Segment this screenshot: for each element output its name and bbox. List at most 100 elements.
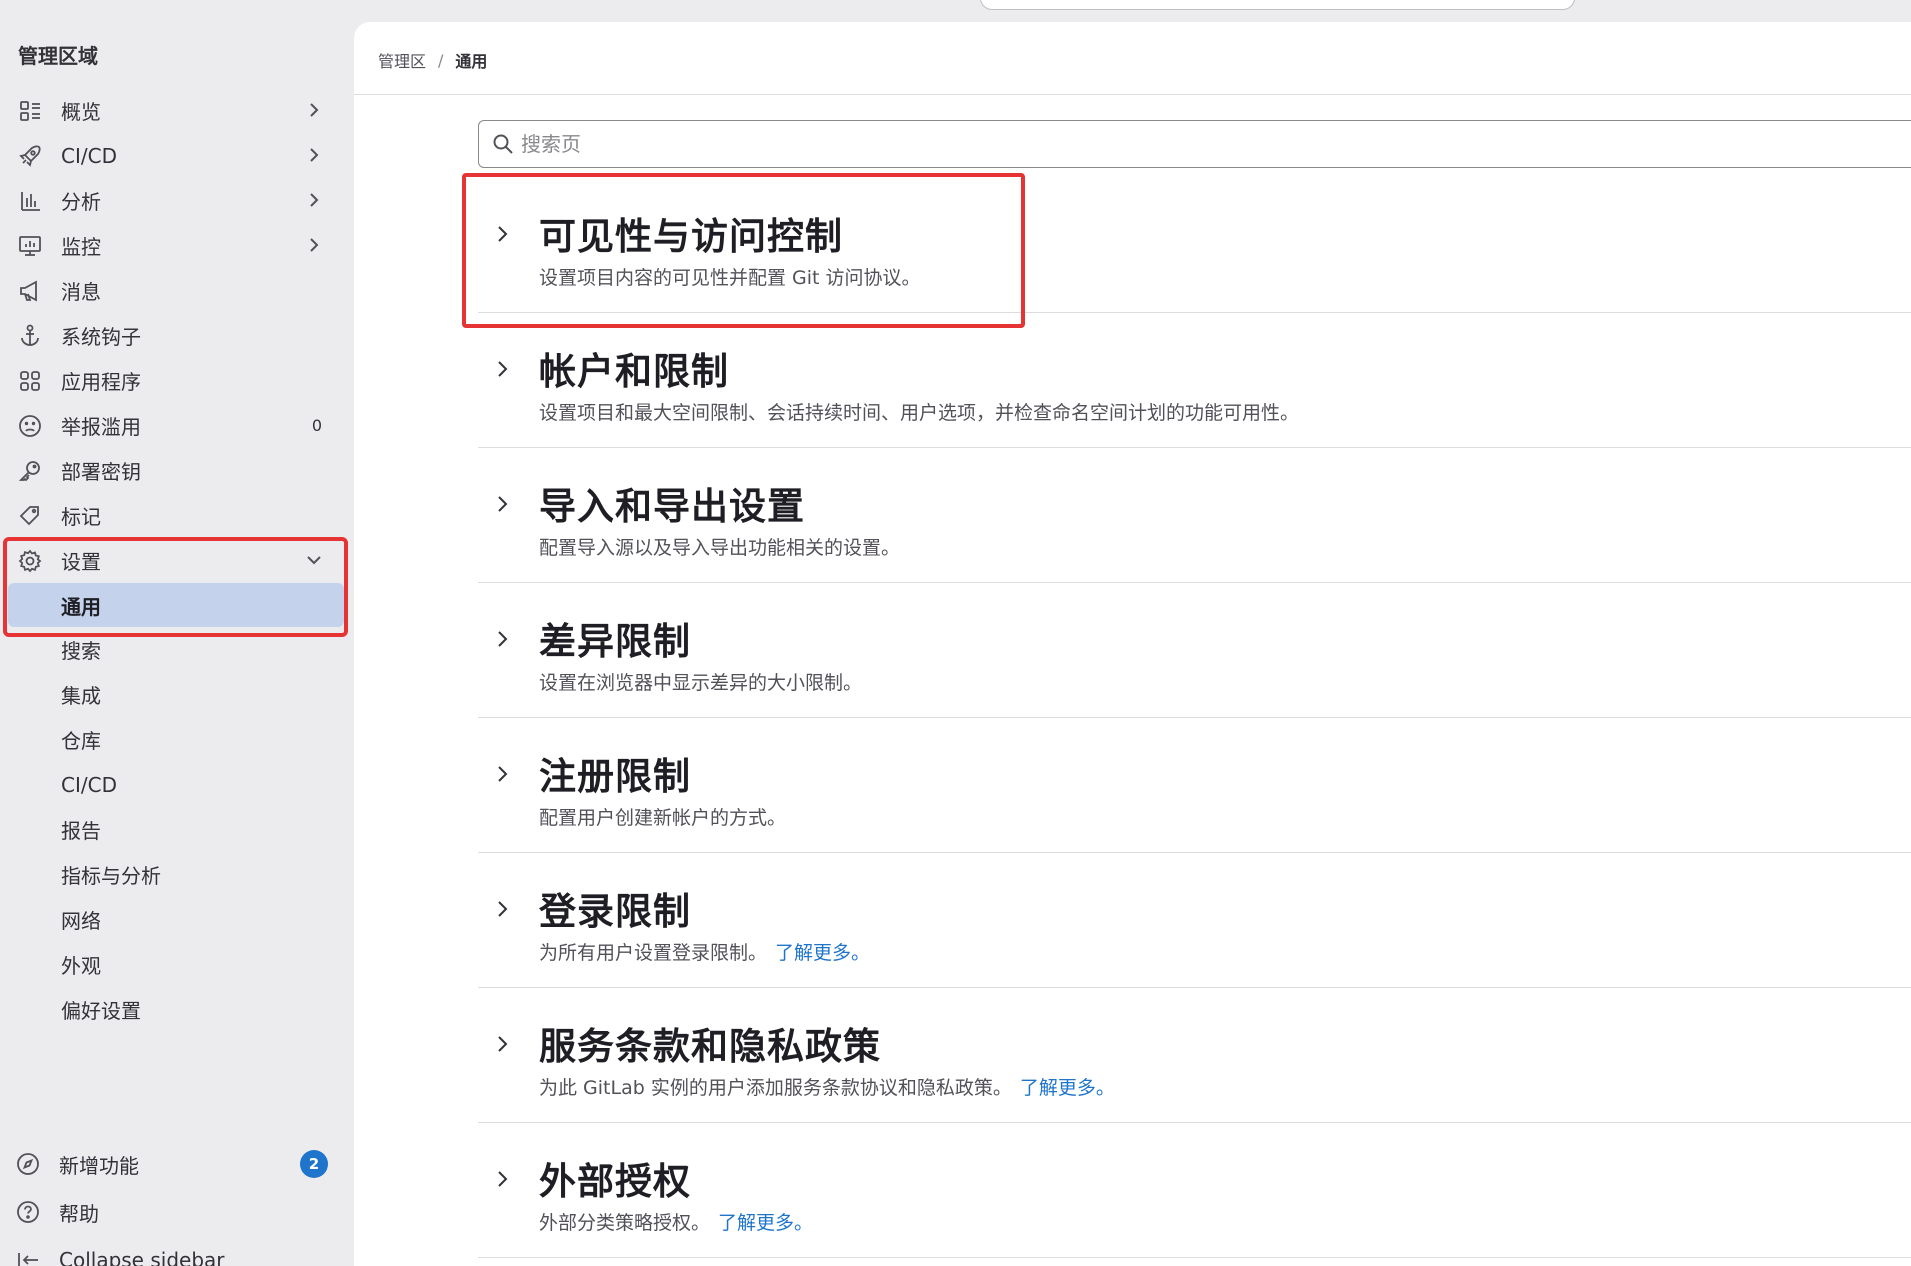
learn-more-link[interactable]: 了解更多。 — [1020, 1077, 1115, 1099]
whats-new-count-badge: 2 — [300, 1150, 328, 1178]
chevron-right-icon[interactable] — [490, 627, 514, 651]
section-description: 设置项目和最大空间限制、会话持续时间、用户选项，并检查命名空间计划的功能可用性。 — [539, 398, 1299, 425]
sidebar-item-label: 举报滥用 — [61, 415, 141, 439]
learn-more-link[interactable]: 了解更多。 — [775, 942, 870, 964]
learn-more-link[interactable]: 了解更多。 — [718, 1212, 813, 1234]
chevron-right-icon[interactable] — [490, 1032, 514, 1056]
global-search-input[interactable] — [980, 0, 1575, 10]
sidebar-item-label: 系统钩子 — [61, 325, 141, 349]
section-description-text: 配置用户创建新帐户的方式。 — [539, 807, 787, 829]
overview-icon — [18, 99, 42, 123]
chevron-right-icon — [304, 100, 324, 120]
section-title: 导入和导出设置 — [539, 485, 805, 528]
chevron-right-icon — [304, 145, 324, 165]
sidebar-subitem-reporting[interactable]: 报告 — [0, 807, 354, 852]
sidebar-item-label: 设置 — [61, 550, 101, 574]
chevron-right-icon — [304, 190, 324, 210]
sidebar-item-abuse-reports[interactable]: 举报滥用 0 — [0, 403, 354, 448]
frown-face-icon — [18, 414, 42, 438]
collapse-sidebar-button[interactable]: Collapse sidebar — [0, 1236, 354, 1266]
sidebar-item-label: 应用程序 — [61, 370, 141, 394]
divider — [354, 94, 1911, 95]
chevron-right-icon[interactable] — [490, 897, 514, 921]
chevron-right-icon[interactable] — [490, 1167, 514, 1191]
section-diff-limits[interactable]: 差异限制 设置在浏览器中显示差异的大小限制。 — [478, 583, 1911, 718]
sidebar-subitem-search[interactable]: 搜索 — [0, 627, 354, 672]
collapse-sidebar-label: Collapse sidebar — [59, 1248, 225, 1266]
abuse-reports-count: 0 — [311, 416, 322, 435]
sidebar-title: 管理区域 — [18, 44, 98, 68]
chevron-right-icon[interactable] — [490, 492, 514, 516]
section-description: 配置导入源以及导入导出功能相关的设置。 — [539, 533, 900, 560]
search-input[interactable] — [521, 132, 1911, 156]
sidebar-item-label: 消息 — [61, 280, 101, 304]
section-signup-restrictions[interactable]: 注册限制 配置用户创建新帐户的方式。 — [478, 718, 1911, 853]
sidebar-subitem-integrations[interactable]: 集成 — [0, 672, 354, 717]
section-description: 配置用户创建新帐户的方式。 — [539, 803, 786, 830]
megaphone-icon — [18, 279, 42, 303]
sidebar-item-monitoring[interactable]: 监控 — [0, 223, 354, 268]
section-description-text: 设置项目内容的可见性并配置 Git 访问协议。 — [539, 267, 921, 289]
search-box — [478, 120, 1911, 168]
chevron-down-icon — [304, 550, 324, 570]
sidebar-subitem-cicd[interactable]: CI/CD — [0, 762, 354, 807]
sidebar-subitem-metrics[interactable]: 指标与分析 — [0, 852, 354, 897]
sidebar-item-label: 概览 — [61, 100, 101, 124]
anchor-icon — [18, 324, 42, 348]
breadcrumb-parent[interactable]: 管理区 — [378, 48, 426, 72]
sidebar-nav: 概览 CI/CD 分析 监控 消息 系统钩子 应用程序 举报滥用 0 部署密钥 … — [0, 88, 354, 1032]
sidebar-item-cicd[interactable]: CI/CD — [0, 133, 354, 178]
whats-new-button[interactable]: 新增功能 2 — [0, 1140, 354, 1188]
section-signin-restrictions[interactable]: 登录限制 为所有用户设置登录限制。 了解更多。 — [478, 853, 1911, 988]
chevron-right-icon[interactable] — [490, 222, 514, 246]
chevron-right-icon[interactable] — [490, 762, 514, 786]
help-button[interactable]: 帮助 — [0, 1188, 354, 1236]
section-visibility-access[interactable]: 可见性与访问控制 设置项目内容的可见性并配置 Git 访问协议。 — [478, 178, 1911, 313]
main-panel: 管理区 / 通用 可见性与访问控制 设置项目内容的可见性并配置 Git 访问协议… — [354, 22, 1911, 1266]
sidebar-item-applications[interactable]: 应用程序 — [0, 358, 354, 403]
key-icon — [18, 459, 42, 483]
question-icon — [15, 1199, 41, 1225]
sidebar-item-overview[interactable]: 概览 — [0, 88, 354, 133]
sidebar: 管理区域 概览 CI/CD 分析 监控 消息 系统钩子 应用程序 举报滥用 0 … — [0, 0, 354, 1266]
chevron-right-icon — [304, 235, 324, 255]
section-account-limits[interactable]: 帐户和限制 设置项目和最大空间限制、会话持续时间、用户选项，并检查命名空间计划的… — [478, 313, 1911, 448]
gear-icon — [18, 549, 42, 573]
sidebar-item-label: 标记 — [61, 505, 101, 529]
sidebar-item-label: 部署密钥 — [61, 460, 141, 484]
settings-sections: 可见性与访问控制 设置项目内容的可见性并配置 Git 访问协议。 帐户和限制 设… — [478, 178, 1911, 1258]
chart-icon — [18, 189, 42, 213]
section-description-text: 配置导入源以及导入导出功能相关的设置。 — [539, 537, 901, 559]
section-title: 差异限制 — [539, 620, 691, 663]
sidebar-item-deploy-keys[interactable]: 部署密钥 — [0, 448, 354, 493]
section-description-text: 外部分类策略授权。 — [539, 1212, 711, 1234]
label-tag-icon — [18, 504, 42, 528]
search-icon — [491, 132, 515, 156]
section-import-export[interactable]: 导入和导出设置 配置导入源以及导入导出功能相关的设置。 — [478, 448, 1911, 583]
section-description: 外部分类策略授权。 了解更多。 — [539, 1208, 813, 1235]
sidebar-item-analytics[interactable]: 分析 — [0, 178, 354, 223]
section-title: 帐户和限制 — [539, 350, 729, 393]
sidebar-subitem-network[interactable]: 网络 — [0, 897, 354, 942]
section-external-authorization[interactable]: 外部授权 外部分类策略授权。 了解更多。 — [478, 1123, 1911, 1258]
section-description-text: 为所有用户设置登录限制。 — [539, 942, 768, 964]
apps-icon — [18, 369, 42, 393]
sidebar-item-label: CI/CD — [61, 143, 117, 168]
sidebar-item-label: 分析 — [61, 190, 101, 214]
sidebar-bottom: 新增功能 2 帮助 Collapse sidebar — [0, 1140, 354, 1266]
sidebar-item-messages[interactable]: 消息 — [0, 268, 354, 313]
section-title: 登录限制 — [539, 890, 691, 933]
chevron-right-icon[interactable] — [490, 357, 514, 381]
sidebar-subitem-repository[interactable]: 仓库 — [0, 717, 354, 762]
section-description: 设置项目内容的可见性并配置 Git 访问协议。 — [539, 263, 921, 290]
sidebar-item-settings[interactable]: 设置 — [0, 538, 354, 583]
sidebar-subitem-appearance[interactable]: 外观 — [0, 942, 354, 987]
collapse-left-icon — [15, 1247, 41, 1266]
sidebar-subitem-general[interactable]: 通用 — [8, 583, 344, 627]
section-title: 外部授权 — [539, 1160, 691, 1203]
sidebar-item-labels[interactable]: 标记 — [0, 493, 354, 538]
section-description: 为此 GitLab 实例的用户添加服务条款协议和隐私政策。 了解更多。 — [539, 1073, 1115, 1100]
section-terms-privacy[interactable]: 服务条款和隐私政策 为此 GitLab 实例的用户添加服务条款协议和隐私政策。了… — [478, 988, 1911, 1123]
sidebar-item-system-hooks[interactable]: 系统钩子 — [0, 313, 354, 358]
sidebar-subitem-preferences[interactable]: 偏好设置 — [0, 987, 354, 1032]
